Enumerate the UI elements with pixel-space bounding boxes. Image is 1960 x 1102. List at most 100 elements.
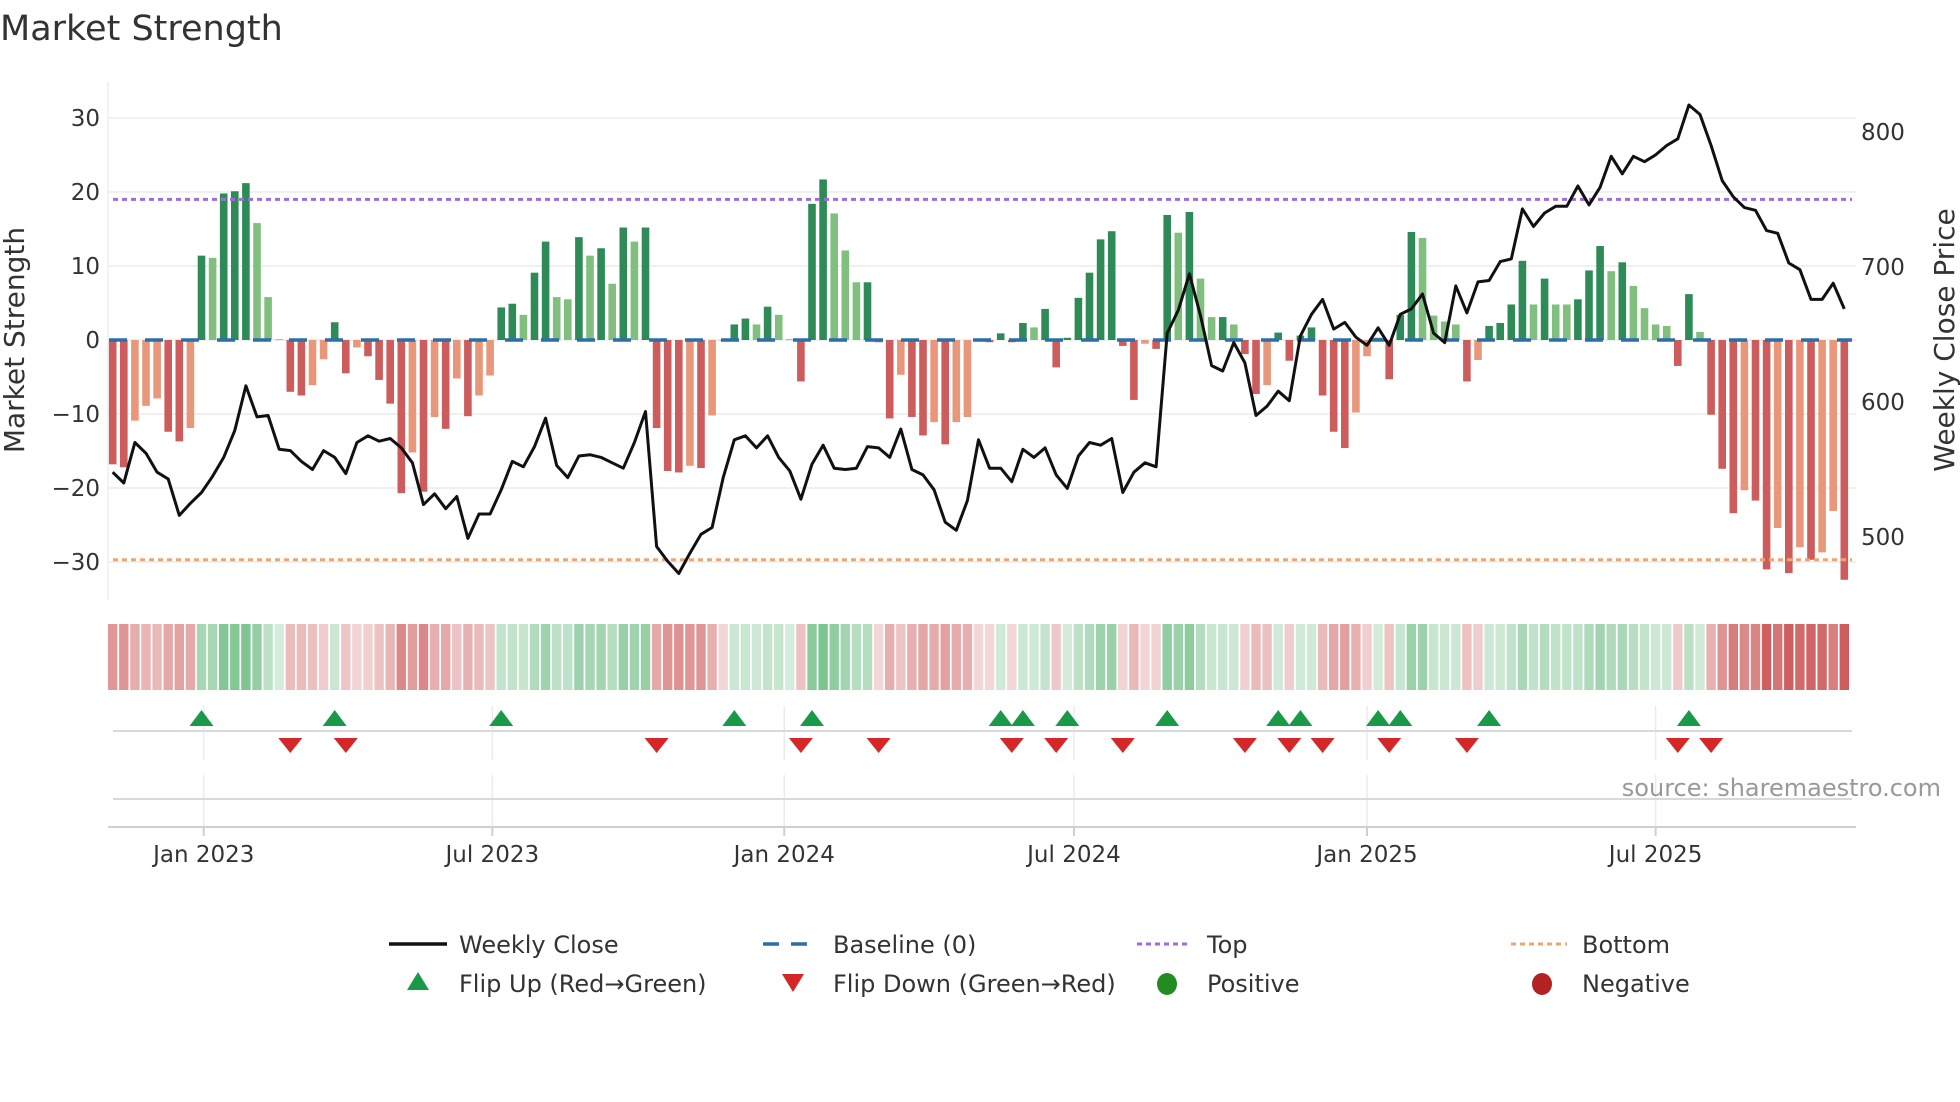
positive-strength-bar bbox=[208, 257, 217, 340]
negative-strength-bar bbox=[430, 340, 439, 417]
negative-strength-bar bbox=[1762, 340, 1771, 570]
heat-strip-cell bbox=[762, 624, 773, 690]
y2-tick-label: 800 bbox=[1861, 120, 1905, 146]
heat-strip-cell bbox=[751, 624, 762, 690]
heat-strip-cell bbox=[1784, 624, 1794, 690]
negative-strength-bar bbox=[686, 340, 694, 466]
heat-strip-cell bbox=[640, 624, 651, 690]
negative-strength-bar bbox=[1474, 340, 1482, 360]
heat-strip-cell bbox=[1007, 624, 1017, 690]
negative-strength-bar bbox=[164, 340, 172, 432]
heat-strip-cell bbox=[1406, 624, 1417, 690]
heat-strip-cell bbox=[1206, 624, 1217, 690]
heat-strip-cell bbox=[540, 624, 551, 690]
heat-strip-cell bbox=[1628, 624, 1639, 690]
heat-strip-cell bbox=[385, 624, 395, 690]
heat-strip-cell bbox=[885, 624, 895, 690]
negative-strength-bar bbox=[708, 340, 716, 416]
heat-strip-cell bbox=[108, 624, 118, 690]
negative-strength-bar bbox=[908, 340, 916, 417]
y-tick-label: −10 bbox=[51, 402, 100, 428]
strength-heat-strip bbox=[108, 624, 1849, 690]
positive-strength-bar bbox=[1507, 304, 1516, 340]
positive-strength-bar bbox=[530, 272, 539, 340]
negative-strength-bar bbox=[364, 340, 372, 357]
heat-strip-cell bbox=[729, 624, 739, 690]
negative-strength-bar bbox=[1729, 340, 1738, 514]
positive-strength-bar bbox=[1452, 324, 1460, 340]
positive-strength-bar bbox=[1096, 239, 1105, 340]
negative-strength-bar bbox=[1285, 340, 1294, 361]
heat-strip-cell bbox=[563, 624, 573, 690]
heat-strip-cell bbox=[663, 624, 673, 690]
positive-strength-bar bbox=[786, 339, 794, 341]
flip-up-marker bbox=[1477, 710, 1502, 726]
y-tick-label: 0 bbox=[85, 328, 100, 354]
heat-strip-cell bbox=[1473, 624, 1483, 690]
positive-strength-bar bbox=[1063, 337, 1072, 340]
heat-strip-cell bbox=[1373, 624, 1383, 690]
negative-strength-bar bbox=[1241, 340, 1249, 355]
legend-bottom: Bottom bbox=[1582, 931, 1670, 959]
heat-strip-cell bbox=[1828, 624, 1838, 690]
heat-strip-cell bbox=[873, 624, 884, 690]
market-strength-chart: Market Strength 30 20 10 0 −10 −20 −30 800 700 6… bbox=[0, 9, 1960, 998]
negative-strength-bar bbox=[353, 340, 361, 348]
heat-strip-cell bbox=[441, 624, 451, 690]
positive-strength-bar bbox=[519, 314, 528, 340]
negative-strength-bar bbox=[963, 340, 972, 417]
heat-strip-cell bbox=[507, 624, 517, 690]
flip-down-icon bbox=[782, 974, 804, 992]
flip-up-marker bbox=[1010, 710, 1035, 726]
heat-strip-cell bbox=[707, 624, 717, 690]
positive-strength-bar bbox=[1529, 304, 1538, 340]
heat-strip-cell bbox=[552, 624, 562, 690]
legend-negative: Negative bbox=[1582, 970, 1690, 998]
positive-strength-bar bbox=[1418, 237, 1427, 340]
heat-strip-cell bbox=[407, 624, 418, 690]
negative-strength-bar bbox=[885, 340, 894, 419]
negative-strength-bar bbox=[1785, 340, 1793, 574]
flip-down-marker bbox=[644, 738, 669, 753]
flip-down-marker bbox=[1110, 738, 1135, 753]
flip-down-marker bbox=[1699, 738, 1724, 753]
negative-strength-bar bbox=[1263, 340, 1271, 386]
positive-strength-bar bbox=[586, 255, 594, 340]
heat-strip-cell bbox=[796, 624, 806, 690]
positive-strength-bar bbox=[774, 314, 783, 340]
heat-strip-cell bbox=[1218, 624, 1228, 690]
positive-strength-bar bbox=[497, 307, 505, 340]
heat-strip-cell bbox=[940, 624, 950, 690]
x-tick-label: Jan 2025 bbox=[1314, 842, 1417, 868]
flip-down-marker bbox=[1454, 738, 1479, 753]
flip-down-marker bbox=[999, 738, 1024, 753]
x-tick-label: Jan 2023 bbox=[151, 842, 254, 868]
negative-strength-bar bbox=[120, 340, 128, 468]
flip-down-marker bbox=[1232, 738, 1257, 753]
legend-positive: Positive bbox=[1207, 970, 1300, 998]
positive-strength-bar bbox=[730, 324, 739, 340]
heat-strip-cell bbox=[1462, 624, 1472, 690]
negative-strength-bar bbox=[1352, 340, 1360, 413]
flip-up-marker bbox=[722, 710, 747, 726]
heat-strip-cell bbox=[1384, 624, 1394, 690]
heat-strip-cell bbox=[1706, 624, 1716, 690]
positive-strength-bar bbox=[830, 213, 838, 340]
flip-up-marker bbox=[1366, 710, 1391, 726]
y2-tick-label: 500 bbox=[1861, 525, 1905, 551]
heat-strip-cell bbox=[685, 624, 695, 690]
heat-strip-cell bbox=[696, 624, 706, 690]
left-axis-ticks: 30 20 10 0 −10 −20 −30 bbox=[51, 106, 100, 576]
positive-strength-bar bbox=[752, 324, 761, 340]
heat-strip-cell bbox=[1317, 624, 1328, 690]
positive-strength-bar bbox=[564, 299, 572, 340]
heat-strip-cell bbox=[1151, 624, 1161, 690]
negative-strength-bar bbox=[175, 340, 184, 442]
heat-strip-cell bbox=[263, 624, 273, 690]
positive-strength-bar bbox=[763, 306, 772, 340]
heat-strip-cell bbox=[1029, 624, 1039, 690]
heat-strip-cell bbox=[1717, 624, 1727, 690]
heat-strip-cell bbox=[1295, 624, 1306, 690]
y-tick-label: −20 bbox=[51, 476, 100, 502]
heat-strip-cell bbox=[1040, 624, 1050, 690]
